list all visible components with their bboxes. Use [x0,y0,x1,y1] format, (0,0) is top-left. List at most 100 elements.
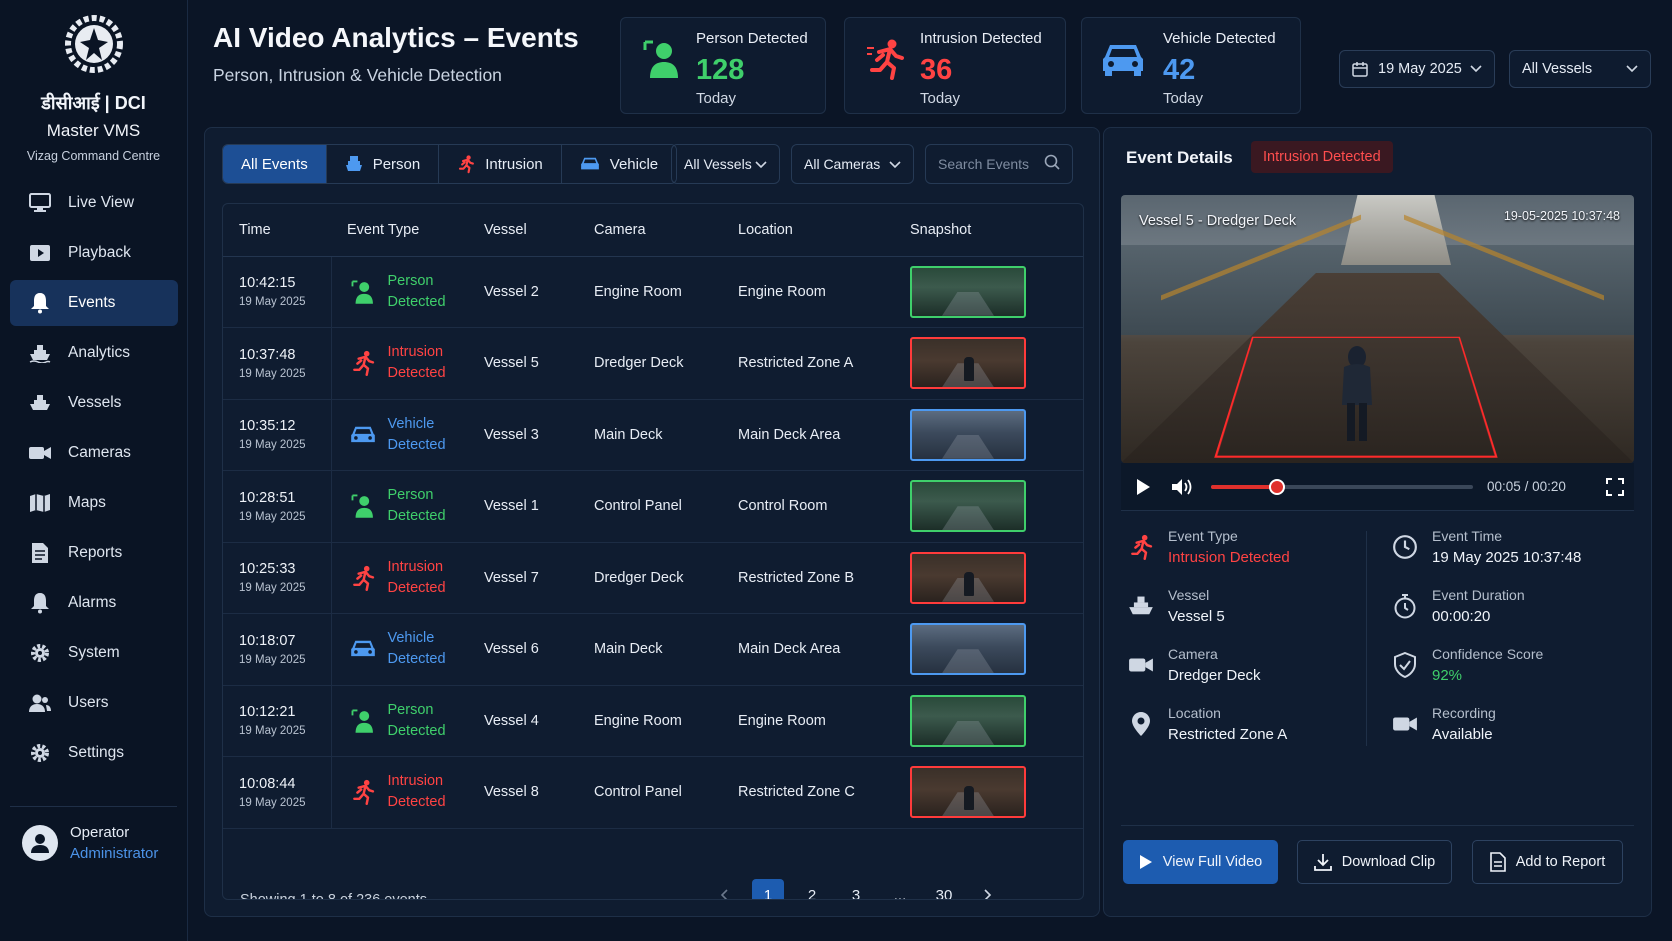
snapshot-thumbnail[interactable] [910,551,1026,604]
intrusion-icon [348,563,378,593]
video-seek-handle[interactable] [1268,478,1285,495]
cell-time: 10:37:48 19 May 2025 [223,327,332,400]
sidebar-item-label: Playback [68,244,131,261]
date-picker[interactable]: 19 May 2025 [1339,50,1495,88]
tab-vehicle[interactable]: Vehicle [561,145,677,183]
play-icon[interactable] [1135,478,1151,496]
snapshot-thumbnail[interactable] [910,623,1026,676]
add-to-report-button[interactable]: Add to Report [1472,840,1623,884]
table-row[interactable]: 10:18:07 19 May 2025 Vehicle Detected Ve… [223,613,1083,686]
cameras-dropdown[interactable]: All Cameras [791,144,914,184]
info-label: Location [1168,705,1221,721]
table-row[interactable]: 10:35:12 19 May 2025 Vehicle Detected Ve… [223,399,1083,471]
snapshot-thumbnail[interactable] [910,694,1026,747]
video-player[interactable]: Vessel 5 - Dredger Deck 19-05-2025 10:37… [1121,195,1634,463]
column-header-location[interactable]: Location [722,204,894,257]
vehicle-icon [348,634,378,664]
cell-location: Restricted Zone C [722,756,894,829]
search-icon[interactable] [1044,154,1060,175]
details-title: Event Details [1126,148,1233,167]
person-icon [348,706,378,736]
ship-icon [28,391,52,415]
sidebar-item-label: Reports [68,544,123,561]
sidebar-item-system[interactable]: System [10,630,178,676]
sidebar-item-maps[interactable]: Maps [10,480,178,526]
info-label: Confidence Score [1432,646,1544,662]
page-button[interactable]: 1 [752,879,784,899]
tab-all-events[interactable]: All Events [223,145,327,183]
sidebar-item-live-view[interactable]: Live View [10,180,178,226]
snapshot-floor [942,506,994,531]
snapshot-thumbnail[interactable] [910,766,1026,819]
event-date: 19 May 2025 [239,582,306,595]
event-type-line2: Detected [387,651,446,668]
snapshot-thumbnail[interactable] [910,408,1026,461]
column-header-time[interactable]: Time [223,204,331,257]
vessels-dropdown[interactable]: All Vessels [671,144,780,184]
table-row[interactable]: 10:08:44 19 May 2025 Intrusion Detected … [223,756,1083,829]
cell-event-type: Person Detected [331,256,468,328]
table-row[interactable]: 10:37:48 19 May 2025 Intrusion Detected … [223,327,1083,400]
button-label: View Full Video [1162,854,1263,870]
vessel-filter-value: All Vessels [1522,61,1593,77]
snapshot-floor [942,649,994,674]
cell-vessel: Vessel 5 [468,327,578,400]
fullscreen-icon[interactable] [1606,477,1624,496]
tab-person[interactable]: Person [326,145,440,183]
brand-product: Master VMS [46,121,141,140]
ship-icon [1126,591,1156,621]
volume-icon[interactable] [1171,478,1193,496]
table-row[interactable]: 10:12:21 19 May 2025 Person Detected Ves… [223,685,1083,757]
page-button[interactable]: 30 [928,879,960,900]
page-button[interactable]: 3 [840,879,872,900]
snapshot-thumbnail[interactable] [910,265,1026,318]
table-row[interactable]: 10:28:51 19 May 2025 Person Detected Ves… [223,470,1083,543]
search-input[interactable] [938,156,1038,172]
video-camera-icon [1390,709,1420,739]
snapshot-thumbnail[interactable] [910,480,1026,533]
download-clip-button[interactable]: Download Clip [1297,840,1452,884]
info-item: Vessel Vessel 5 [1126,587,1366,646]
gear-icon [28,741,52,765]
column-header-event-type[interactable]: Event Type [331,204,468,257]
info-value: 92% [1432,667,1463,684]
event-time: 10:25:33 [239,561,296,578]
sidebar-item-cameras[interactable]: Cameras [10,430,178,476]
cell-camera: Main Deck [578,613,722,686]
video-camera-icon [1126,650,1156,680]
sidebar-item-alarms[interactable]: Alarms [10,580,178,626]
prev-page-button[interactable] [708,879,740,899]
sidebar-item-vessels[interactable]: Vessels [10,380,178,426]
table-row[interactable]: 10:42:15 19 May 2025 Person Detected Ves… [223,256,1083,328]
cell-vessel: Vessel 7 [468,542,578,614]
tab-label: Vehicle [609,155,659,173]
table-row[interactable]: 10:25:33 19 May 2025 Intrusion Detected … [223,542,1083,614]
sidebar-item-reports[interactable]: Reports [10,530,178,576]
column-header-camera[interactable]: Camera [578,204,722,257]
video-seek-bar[interactable] [1211,478,1473,495]
operator-profile[interactable]: Operator Administrator [22,824,158,862]
cell-camera: Engine Room [578,685,722,757]
event-type-line2: Detected [387,436,446,453]
vessel-filter-select[interactable]: All Vessels [1509,50,1651,88]
tab-intrusion[interactable]: Intrusion [439,145,562,183]
snapshot-thumbnail[interactable] [910,337,1026,390]
sidebar-item-analytics[interactable]: Analytics [10,330,178,376]
sidebar-item-events[interactable]: Events [10,280,178,326]
event-date: 19 May 2025 [239,725,306,738]
users-icon [28,691,52,715]
sidebar-item-label: Maps [68,494,106,511]
cell-time: 10:28:51 19 May 2025 [223,470,332,543]
video-timestamp: 19-05-2025 10:37:48 [1503,209,1620,223]
info-item: Event Type Intrusion Detected [1126,528,1366,587]
column-header-vessel[interactable]: Vessel [468,204,578,257]
sidebar-item-settings[interactable]: Settings [10,730,178,776]
event-time: 10:08:44 [239,775,296,792]
sidebar-item-users[interactable]: Users [10,680,178,726]
next-page-button[interactable] [972,879,1004,899]
tab-label: Person [372,155,421,173]
view-full-video-button[interactable]: View Full Video [1123,840,1278,884]
page-button[interactable]: 2 [796,879,828,900]
sidebar-item-playback[interactable]: Playback [10,230,178,276]
event-type-line2: Detected [387,365,446,382]
